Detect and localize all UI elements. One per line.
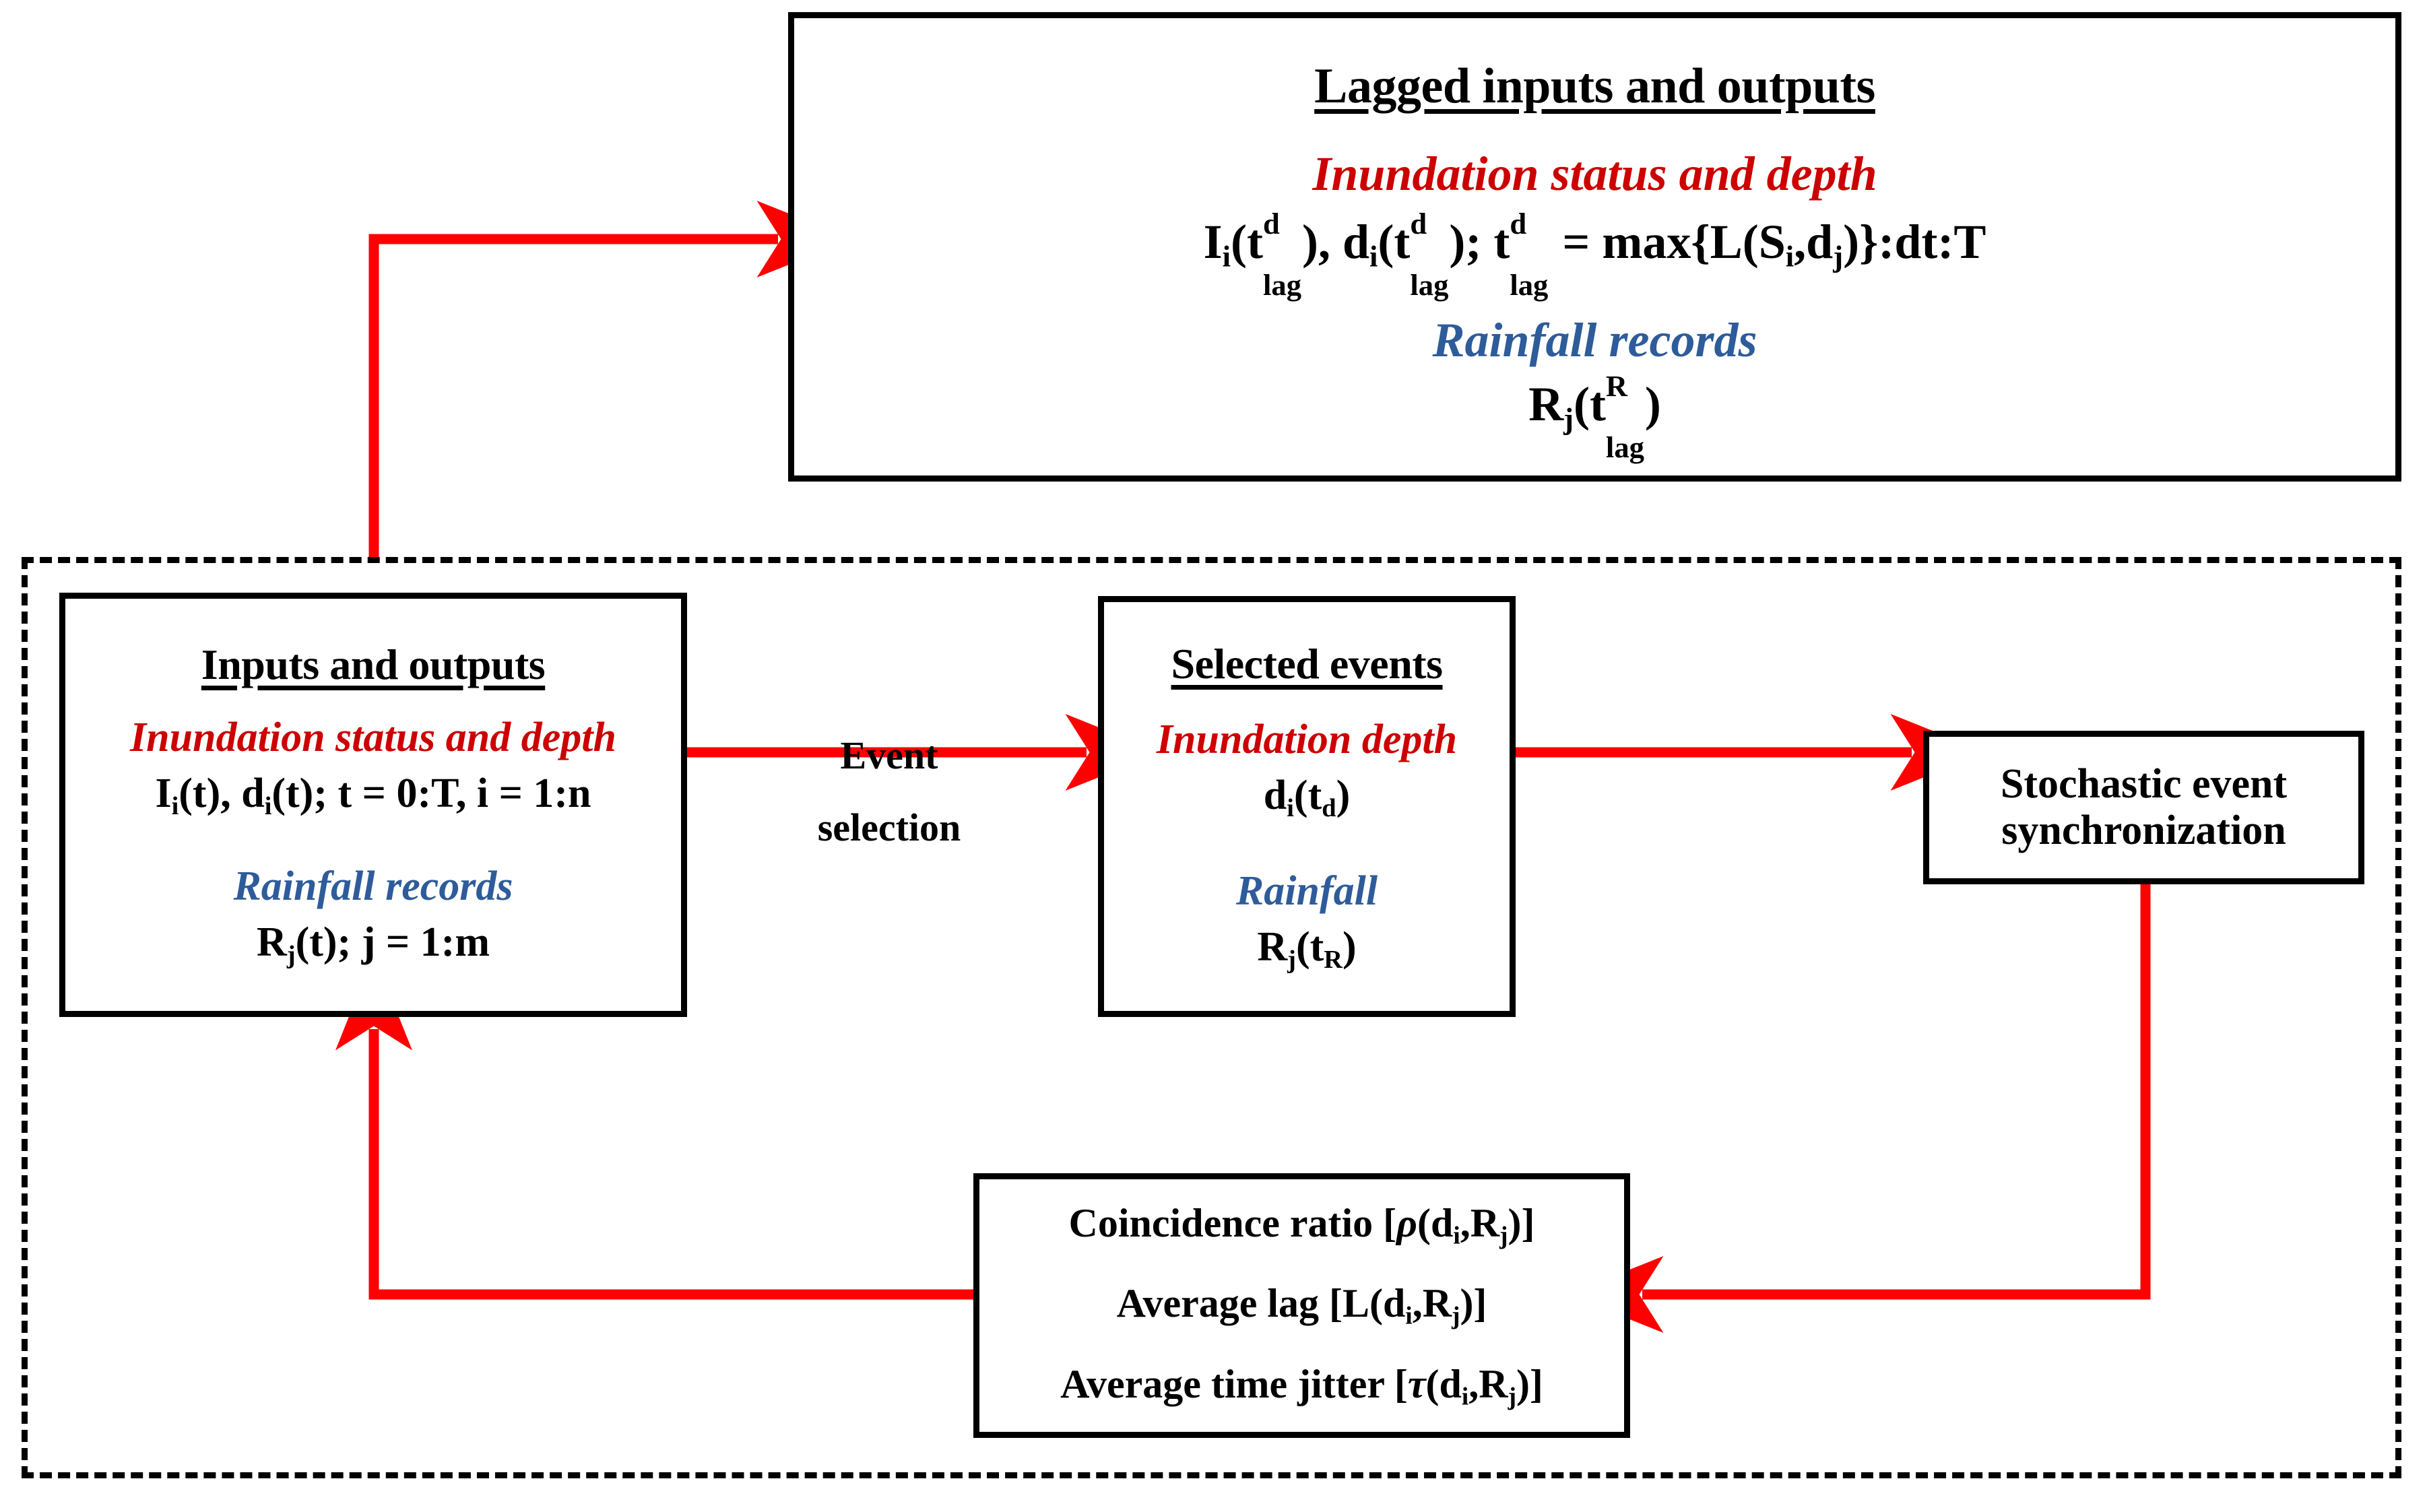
- inputs-box-red-subtitle: Inundation status and depth: [130, 715, 616, 761]
- stochastic-event-synchronization-box: Stochastic event synchronization: [1923, 731, 2364, 884]
- selected-events-box: Selected events Inundation depth di(td) …: [1098, 596, 1516, 1017]
- lagged-box-rain-formula: Rj(t Rlag): [1528, 369, 1661, 465]
- selected-box-depth-formula: di(td): [1263, 772, 1351, 822]
- sync-box-line2: synchronization: [2001, 808, 2286, 853]
- selected-box-blue-subtitle: Rainfall: [1235, 867, 1378, 914]
- selected-box-rain-formula: Rj(tR): [1257, 923, 1357, 974]
- lagged-box-blue-subtitle: Rainfall records: [1432, 313, 1757, 367]
- metric-average-time-jitter: Average time jitter [τ(di,Rj)]: [1060, 1361, 1543, 1411]
- metric-coincidence-ratio: Coincidence ratio [ρ(di,Rj)]: [1068, 1200, 1535, 1250]
- wire-loop-to-lagged: [368, 201, 853, 559]
- metric-average-lag: Average lag [L(di,Rj)]: [1116, 1281, 1487, 1330]
- edge-label-event-selection-line1: Event: [840, 733, 938, 777]
- inputs-outputs-box: Inputs and outputs Inundation status and…: [59, 593, 687, 1017]
- sync-box-line1: Stochastic event: [2000, 760, 2288, 807]
- inputs-box-rain-formula: Rj(t); j = 1:m: [257, 919, 490, 969]
- lagged-box-heading: Lagged inputs and outputs: [1314, 58, 1875, 114]
- selected-box-red-subtitle: Inundation depth: [1156, 716, 1458, 762]
- inputs-box-blue-subtitle: Rainfall records: [233, 863, 513, 909]
- lagged-inputs-outputs-box: Lagged inputs and outputs Inundation sta…: [788, 12, 2401, 482]
- inputs-box-main-formula: Ii(t), di(t); t = 0:T, i = 1:n: [155, 770, 591, 820]
- flowchart-canvas: Lagged inputs and outputs Inundation sta…: [0, 0, 2425, 1512]
- edge-label-event-selection-line2: selection: [817, 805, 961, 849]
- selected-box-heading: Selected events: [1171, 639, 1443, 688]
- synchronization-metrics-box: Coincidence ratio [ρ(di,Rj)] Average lag…: [973, 1173, 1630, 1438]
- inputs-box-heading: Inputs and outputs: [201, 640, 546, 689]
- lagged-box-main-formula: Ii(t d lag), di(t d lag); t d lag = max{L(Si,d…: [1203, 206, 1986, 302]
- edge-label-event-selection: Event selection: [754, 733, 1024, 850]
- lagged-box-red-subtitle: Inundation status and depth: [1312, 146, 1877, 201]
